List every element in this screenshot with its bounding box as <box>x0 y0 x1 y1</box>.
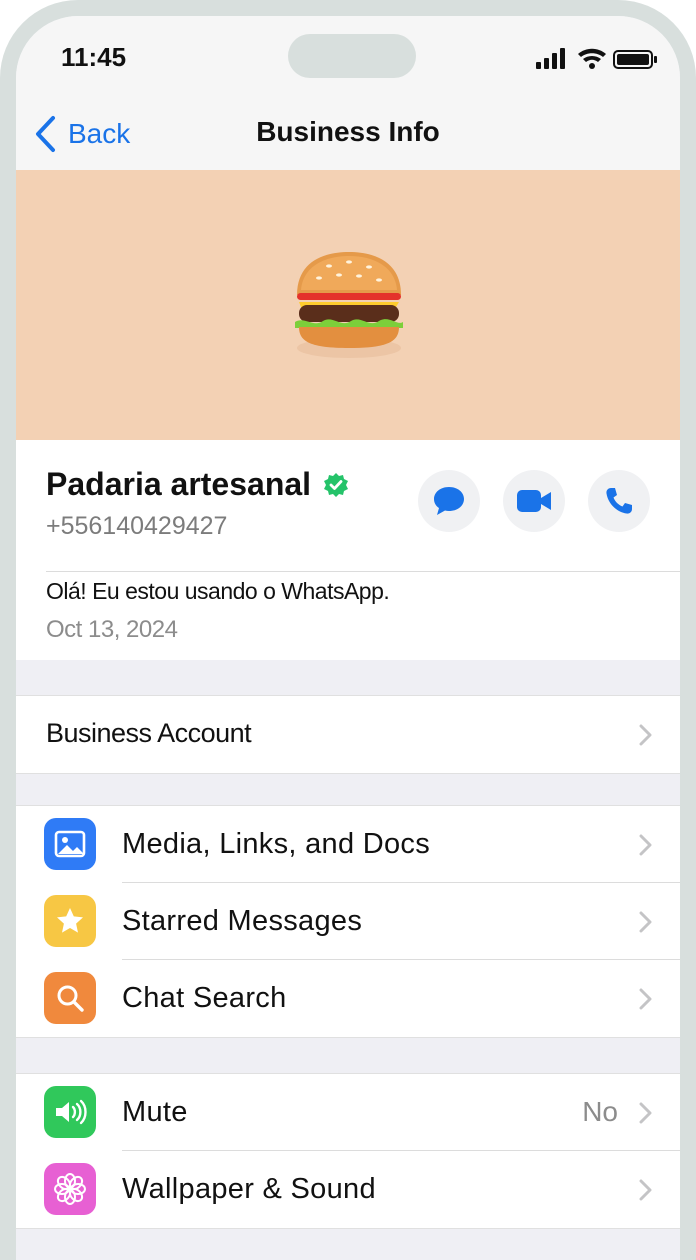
mute-label: Mute <box>122 1096 188 1128</box>
wallpaper-sound-row[interactable]: Wallpaper & Sound <box>16 1151 680 1228</box>
video-call-icon <box>517 490 551 512</box>
settings-section: Mute No Wallpaper & Sound <box>16 1073 680 1229</box>
page-title: Business Info <box>256 116 440 147</box>
status-icons <box>536 48 657 69</box>
business-account-label: Business Account <box>46 718 252 748</box>
search-icon <box>44 972 96 1024</box>
mute-row[interactable]: Mute No <box>16 1074 680 1151</box>
chevron-right-icon <box>639 1179 652 1201</box>
media-links-docs-label: Media, Links, and Docs <box>122 828 431 860</box>
about-text: Olá! Eu estou usando o WhatsApp. <box>46 578 390 604</box>
image-icon <box>44 818 96 870</box>
business-phone: +556140429427 <box>46 512 228 540</box>
media-links-docs-row[interactable]: Media, Links, and Docs <box>16 806 680 883</box>
flower-icon <box>44 1163 96 1215</box>
message-button[interactable] <box>418 470 480 532</box>
hamburger-emoji <box>295 252 403 358</box>
message-icon <box>434 487 464 515</box>
navigation-bar: Back Business Info <box>16 100 680 170</box>
cellular-signal-icon <box>536 48 565 69</box>
starred-messages-label: Starred Messages <box>122 905 363 937</box>
chevron-right-icon <box>639 911 652 933</box>
business-name: Padaria artesanal <box>46 466 349 503</box>
status-time: 11:45 <box>61 42 127 72</box>
chat-search-row[interactable]: Chat Search <box>16 960 680 1037</box>
battery-icon <box>613 50 657 69</box>
dynamic-island <box>288 34 416 78</box>
wifi-icon <box>578 48 606 69</box>
media-section: Media, Links, and Docs Starred Messages … <box>16 805 680 1038</box>
chevron-right-icon <box>639 724 652 746</box>
about-date: Oct 13, 2024 <box>46 616 178 643</box>
video-call-button[interactable] <box>503 470 565 532</box>
profile-card: Padaria artesanal +556140429427 Olá! Eu <box>16 440 680 660</box>
phone-frame: 11:45 Back Business Info Padaria artesan… <box>0 0 696 1260</box>
star-icon <box>44 895 96 947</box>
business-account-section: Business Account <box>16 695 680 774</box>
profile-cover <box>16 170 680 440</box>
chevron-right-icon <box>639 988 652 1010</box>
business-account-row[interactable]: Business Account <box>16 696 680 773</box>
profile-divider <box>46 571 680 572</box>
voice-call-button[interactable] <box>588 470 650 532</box>
chevron-right-icon <box>639 834 652 856</box>
starred-messages-row[interactable]: Starred Messages <box>16 883 680 960</box>
voice-call-icon <box>606 488 632 514</box>
chevron-right-icon <box>639 1102 652 1124</box>
mute-value: No <box>582 1096 618 1127</box>
business-name-text: Padaria artesanal <box>46 466 312 502</box>
wallpaper-sound-label: Wallpaper & Sound <box>122 1173 376 1205</box>
speaker-icon <box>44 1086 96 1138</box>
verified-badge-icon <box>324 472 349 497</box>
chat-search-label: Chat Search <box>122 982 287 1014</box>
